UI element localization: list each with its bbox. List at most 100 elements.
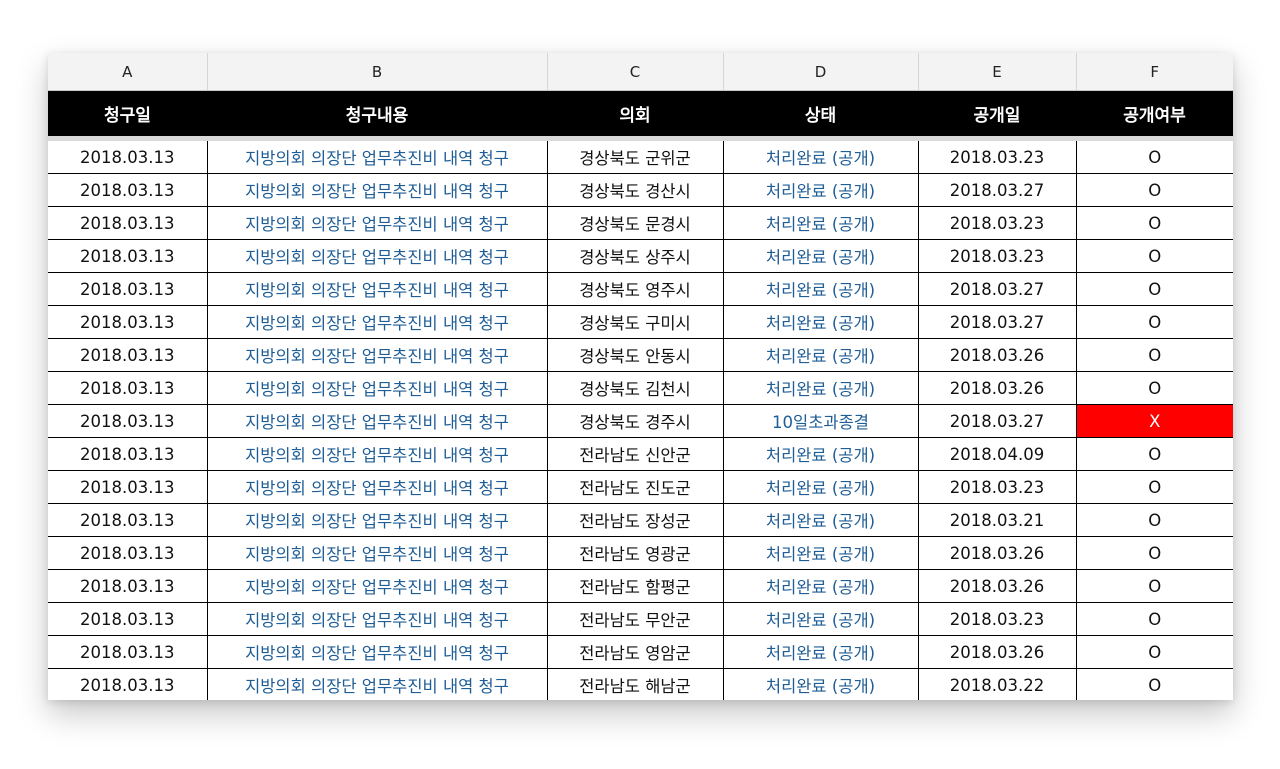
column-letter-a[interactable]: A bbox=[48, 53, 208, 91]
cell-disclosed[interactable]: O bbox=[1076, 138, 1233, 174]
cell-status[interactable]: 처리완료 (공개) bbox=[723, 569, 919, 603]
cell-status[interactable]: 처리완료 (공개) bbox=[723, 470, 919, 504]
cell-disclosure-date[interactable]: 2018.03.23 bbox=[918, 470, 1077, 504]
cell-disclosure-date[interactable]: 2018.03.27 bbox=[918, 173, 1077, 207]
cell-disclosure-date[interactable]: 2018.03.23 bbox=[918, 138, 1077, 174]
cell-status[interactable]: 처리완료 (공개) bbox=[723, 437, 919, 471]
column-letter-e[interactable]: E bbox=[918, 53, 1077, 91]
cell-disclosed[interactable]: O bbox=[1076, 602, 1233, 636]
header-status[interactable]: 상태 bbox=[723, 90, 918, 141]
cell-request-date[interactable]: 2018.03.13 bbox=[48, 404, 208, 438]
cell-status[interactable]: 처리완료 (공개) bbox=[723, 338, 919, 372]
cell-request-date[interactable]: 2018.03.13 bbox=[48, 239, 208, 273]
cell-request-date[interactable]: 2018.03.13 bbox=[48, 173, 208, 207]
cell-disclosure-date[interactable]: 2018.03.21 bbox=[918, 503, 1077, 537]
cell-status[interactable]: 처리완료 (공개) bbox=[723, 536, 919, 570]
column-letter-c[interactable]: C bbox=[547, 53, 724, 91]
cell-disclosed[interactable]: O bbox=[1076, 635, 1233, 669]
column-letter-f[interactable]: F bbox=[1076, 53, 1233, 91]
cell-council[interactable]: 경상북도 영주시 bbox=[547, 272, 724, 306]
cell-disclosure-date[interactable]: 2018.03.27 bbox=[918, 305, 1077, 339]
cell-request-date[interactable]: 2018.03.13 bbox=[48, 602, 208, 636]
cell-council[interactable]: 경상북도 군위군 bbox=[547, 138, 724, 174]
cell-request-date[interactable]: 2018.03.13 bbox=[48, 536, 208, 570]
cell-council[interactable]: 경상북도 안동시 bbox=[547, 338, 724, 372]
cell-council[interactable]: 경상북도 구미시 bbox=[547, 305, 724, 339]
cell-disclosure-date[interactable]: 2018.03.26 bbox=[918, 371, 1077, 405]
cell-request-content[interactable]: 지방의회 의장단 업무추진비 내역 청구 bbox=[207, 536, 548, 570]
header-disclosure-date[interactable]: 공개일 bbox=[918, 90, 1076, 141]
cell-council[interactable]: 경상북도 경산시 bbox=[547, 173, 724, 207]
cell-request-date[interactable]: 2018.03.13 bbox=[48, 569, 208, 603]
cell-council[interactable]: 전라남도 함평군 bbox=[547, 569, 724, 603]
cell-status[interactable]: 10일초과종결 bbox=[723, 404, 919, 438]
cell-request-content[interactable]: 지방의회 의장단 업무추진비 내역 청구 bbox=[207, 437, 548, 471]
cell-request-date[interactable]: 2018.03.13 bbox=[48, 437, 208, 471]
cell-request-date[interactable]: 2018.03.13 bbox=[48, 138, 208, 174]
cell-request-date[interactable]: 2018.03.13 bbox=[48, 470, 208, 504]
cell-disclosure-date[interactable]: 2018.03.27 bbox=[918, 404, 1077, 438]
cell-disclosure-date[interactable]: 2018.03.26 bbox=[918, 536, 1077, 570]
cell-council[interactable]: 경상북도 경주시 bbox=[547, 404, 724, 438]
cell-disclosed[interactable]: O bbox=[1076, 437, 1233, 471]
cell-disclosure-date[interactable]: 2018.03.22 bbox=[918, 668, 1077, 700]
cell-request-date[interactable]: 2018.03.13 bbox=[48, 338, 208, 372]
cell-disclosed[interactable]: O bbox=[1076, 173, 1233, 207]
cell-disclosed[interactable]: O bbox=[1076, 272, 1233, 306]
cell-council[interactable]: 전라남도 영광군 bbox=[547, 536, 724, 570]
cell-disclosure-date[interactable]: 2018.03.26 bbox=[918, 338, 1077, 372]
cell-disclosed[interactable]: O bbox=[1076, 668, 1233, 700]
cell-request-content[interactable]: 지방의회 의장단 업무추진비 내역 청구 bbox=[207, 272, 548, 306]
cell-status[interactable]: 처리완료 (공개) bbox=[723, 503, 919, 537]
cell-status[interactable]: 처리완료 (공개) bbox=[723, 206, 919, 240]
cell-request-date[interactable]: 2018.03.13 bbox=[48, 272, 208, 306]
column-letter-d[interactable]: D bbox=[723, 53, 919, 91]
header-request-date[interactable]: 청구일 bbox=[48, 90, 207, 141]
cell-request-date[interactable]: 2018.03.13 bbox=[48, 668, 208, 700]
column-letter-b[interactable]: B bbox=[207, 53, 548, 91]
cell-request-date[interactable]: 2018.03.13 bbox=[48, 206, 208, 240]
header-request-content[interactable]: 청구내용 bbox=[207, 90, 547, 141]
cell-council[interactable]: 전라남도 영암군 bbox=[547, 635, 724, 669]
cell-request-content[interactable]: 지방의회 의장단 업무추진비 내역 청구 bbox=[207, 470, 548, 504]
cell-disclosure-date[interactable]: 2018.03.23 bbox=[918, 239, 1077, 273]
cell-request-date[interactable]: 2018.03.13 bbox=[48, 371, 208, 405]
cell-request-content[interactable]: 지방의회 의장단 업무추진비 내역 청구 bbox=[207, 239, 548, 273]
cell-disclosed[interactable]: O bbox=[1076, 503, 1233, 537]
header-council[interactable]: 의회 bbox=[547, 90, 723, 141]
cell-disclosed[interactable]: O bbox=[1076, 470, 1233, 504]
cell-council[interactable]: 전라남도 장성군 bbox=[547, 503, 724, 537]
cell-council[interactable]: 경상북도 김천시 bbox=[547, 371, 724, 405]
cell-request-content[interactable]: 지방의회 의장단 업무추진비 내역 청구 bbox=[207, 371, 548, 405]
cell-status[interactable]: 처리완료 (공개) bbox=[723, 371, 919, 405]
cell-council[interactable]: 경상북도 문경시 bbox=[547, 206, 724, 240]
header-disclosed[interactable]: 공개여부 bbox=[1076, 90, 1233, 141]
cell-status[interactable]: 처리완료 (공개) bbox=[723, 668, 919, 700]
cell-request-content[interactable]: 지방의회 의장단 업무추진비 내역 청구 bbox=[207, 602, 548, 636]
cell-status[interactable]: 처리완료 (공개) bbox=[723, 272, 919, 306]
cell-request-date[interactable]: 2018.03.13 bbox=[48, 503, 208, 537]
cell-council[interactable]: 경상북도 상주시 bbox=[547, 239, 724, 273]
cell-disclosure-date[interactable]: 2018.03.26 bbox=[918, 569, 1077, 603]
cell-council[interactable]: 전라남도 해남군 bbox=[547, 668, 724, 700]
cell-status[interactable]: 처리완료 (공개) bbox=[723, 138, 919, 174]
cell-request-content[interactable]: 지방의회 의장단 업무추진비 내역 청구 bbox=[207, 503, 548, 537]
cell-status[interactable]: 처리완료 (공개) bbox=[723, 635, 919, 669]
cell-request-content[interactable]: 지방의회 의장단 업무추진비 내역 청구 bbox=[207, 138, 548, 174]
cell-request-content[interactable]: 지방의회 의장단 업무추진비 내역 청구 bbox=[207, 206, 548, 240]
cell-disclosed[interactable]: O bbox=[1076, 371, 1233, 405]
cell-disclosed[interactable]: O bbox=[1076, 569, 1233, 603]
cell-disclosed[interactable]: O bbox=[1076, 305, 1233, 339]
cell-disclosed[interactable]: O bbox=[1076, 239, 1233, 273]
cell-request-content[interactable]: 지방의회 의장단 업무추진비 내역 청구 bbox=[207, 569, 548, 603]
cell-disclosed[interactable]: O bbox=[1076, 338, 1233, 372]
cell-disclosure-date[interactable]: 2018.04.09 bbox=[918, 437, 1077, 471]
cell-request-content[interactable]: 지방의회 의장단 업무추진비 내역 청구 bbox=[207, 404, 548, 438]
cell-request-content[interactable]: 지방의회 의장단 업무추진비 내역 청구 bbox=[207, 338, 548, 372]
cell-status[interactable]: 처리완료 (공개) bbox=[723, 239, 919, 273]
cell-disclosure-date[interactable]: 2018.03.23 bbox=[918, 602, 1077, 636]
cell-disclosure-date[interactable]: 2018.03.26 bbox=[918, 635, 1077, 669]
cell-request-content[interactable]: 지방의회 의장단 업무추진비 내역 청구 bbox=[207, 668, 548, 700]
cell-disclosure-date[interactable]: 2018.03.23 bbox=[918, 206, 1077, 240]
cell-request-date[interactable]: 2018.03.13 bbox=[48, 635, 208, 669]
